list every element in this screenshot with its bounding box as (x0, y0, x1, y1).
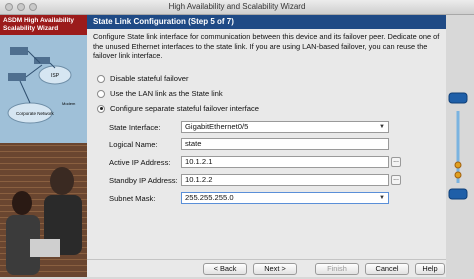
option-label: Configure separate stateful failover int… (110, 104, 260, 113)
subnet-mask-value: 255.255.255.0 (185, 193, 234, 202)
option-disable-stateful-failover[interactable]: Disable stateful failover (97, 74, 189, 83)
standby-ip-browse-button[interactable]: ... (391, 175, 401, 185)
sidebar-header: ASDM High Availability Scalability Wizar… (0, 15, 87, 35)
step-description: Configure State link interface for commu… (93, 32, 440, 60)
standby-ip-field[interactable]: 10.1.2.2 (181, 174, 389, 186)
help-button[interactable]: Help (415, 263, 445, 275)
network-diagram-image: ISP Corporate Network Modem (0, 35, 87, 143)
state-interface-select[interactable]: GigabitEthernet0/5 ▼ (181, 121, 389, 133)
wizard-footer: < Back Next > Finish Cancel Help (87, 259, 446, 278)
title-bar: High Availability and Scalability Wizard (0, 0, 474, 15)
wizard-content: State Link Configuration (Step 5 of 7) C… (87, 15, 446, 277)
corp-network-label: Corporate Network (16, 111, 55, 116)
option-label: Disable stateful failover (110, 74, 189, 83)
finish-button[interactable]: Finish (315, 263, 359, 275)
back-button[interactable]: < Back (203, 263, 247, 275)
link-marker-icon (454, 161, 462, 169)
window-title: High Availability and Scalability Wizard (168, 2, 306, 11)
secondary-device-icon (448, 188, 468, 200)
dropdown-arrow-icon: ▼ (379, 124, 385, 130)
state-interface-label: State Interface: (109, 123, 161, 132)
active-ip-browse-button[interactable]: ... (391, 157, 401, 167)
option-separate-interface[interactable]: Configure separate stateful failover int… (97, 104, 259, 113)
link-marker-icon (454, 171, 462, 179)
switch-icon (8, 73, 26, 81)
step-title: State Link Configuration (Step 5 of 7) (87, 15, 446, 29)
state-interface-value: GigabitEthernet0/5 (185, 122, 249, 131)
next-button[interactable]: Next > (253, 263, 297, 275)
sidebar-header-line2: Scalability Wizard (3, 25, 59, 32)
firewall-icon (34, 57, 50, 64)
radio-separate-interface[interactable] (97, 104, 105, 113)
subnet-mask-combo[interactable]: 255.255.255.0 ▼ (181, 192, 389, 204)
isp-label: ISP (51, 73, 60, 79)
primary-device-icon (448, 92, 468, 104)
modem-label: Modem (62, 101, 76, 106)
option-label: Use the LAN link as the State link (110, 89, 223, 98)
cancel-button[interactable]: Cancel (365, 263, 409, 275)
radio-disable-stateful-failover[interactable] (97, 74, 105, 83)
right-side-decoration (446, 15, 474, 277)
network-diagram-icon: ISP Corporate Network Modem (0, 35, 87, 143)
option-use-lan-link[interactable]: Use the LAN link as the State link (97, 89, 223, 98)
dropdown-arrow-icon: ▼ (379, 195, 385, 201)
photo-icon (6, 167, 82, 275)
standby-ip-label: Standby IP Address: (109, 176, 178, 185)
active-ip-field[interactable]: 10.1.2.1 (181, 156, 389, 168)
active-ip-label: Active IP Address: (109, 158, 171, 167)
radio-use-lan-link[interactable] (97, 89, 105, 98)
logical-name-label: Logical Name: (109, 140, 158, 149)
wizard-sidebar: ASDM High Availability Scalability Wizar… (0, 15, 87, 277)
router-icon (10, 47, 28, 55)
subnet-mask-label: Subnet Mask: (109, 194, 156, 203)
sidebar-header-line1: ASDM High Availability (3, 17, 75, 24)
failover-link-decoration (448, 92, 468, 200)
people-photo (0, 143, 87, 277)
logical-name-field[interactable]: state (181, 138, 389, 150)
